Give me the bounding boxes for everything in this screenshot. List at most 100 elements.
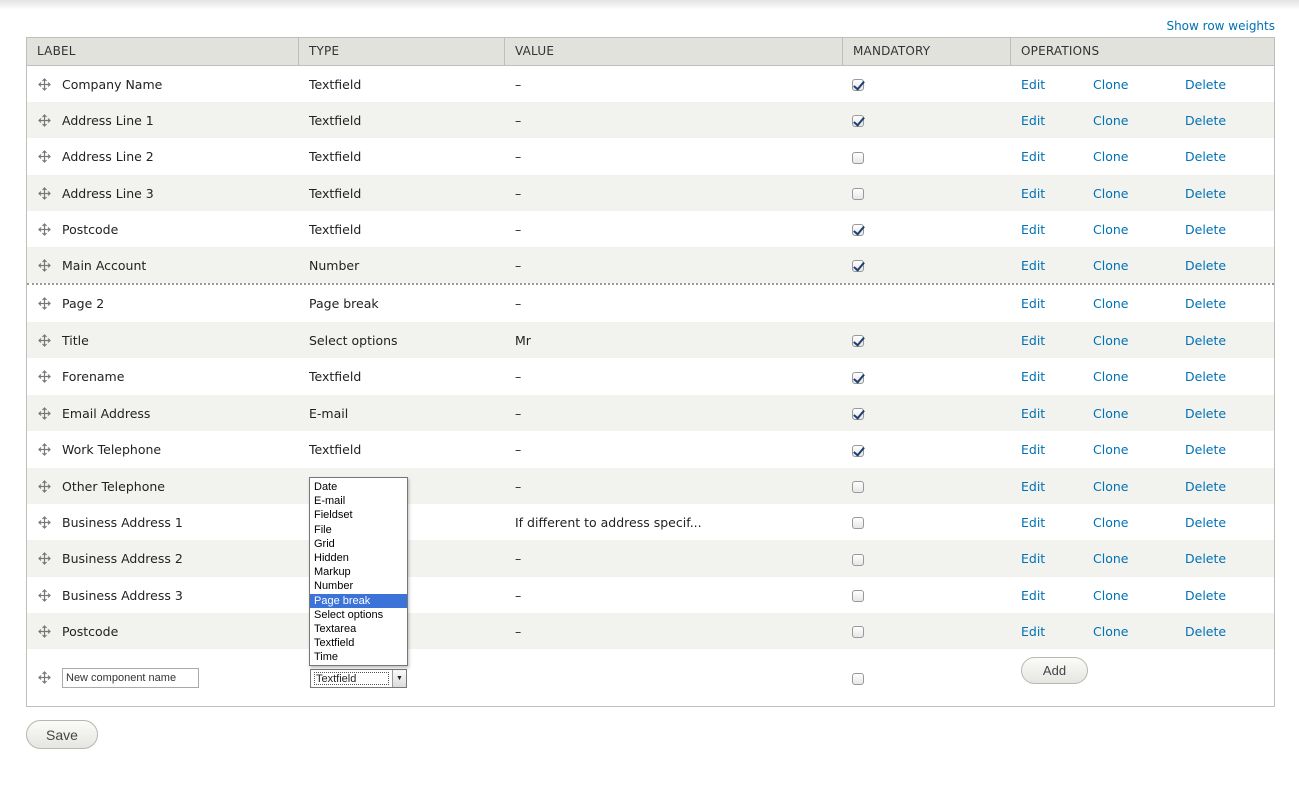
move-cross-icon[interactable] [37, 649, 51, 706]
delete-link[interactable]: Delete [1185, 285, 1226, 322]
move-cross-icon[interactable] [37, 431, 51, 468]
delete-link[interactable]: Delete [1185, 138, 1226, 175]
mandatory-checkbox[interactable] [852, 626, 864, 638]
delete-link[interactable]: Delete [1185, 358, 1226, 395]
clone-link[interactable]: Clone [1093, 322, 1128, 358]
edit-link[interactable]: Edit [1021, 247, 1045, 283]
checkmark-icon[interactable] [852, 79, 864, 91]
clone-link[interactable]: Clone [1093, 540, 1128, 577]
mandatory-checkbox[interactable] [852, 151, 864, 164]
move-cross-icon[interactable] [37, 577, 51, 613]
edit-link[interactable]: Edit [1021, 358, 1045, 395]
clone-link[interactable]: Clone [1093, 102, 1128, 138]
move-cross-icon[interactable] [37, 468, 51, 504]
delete-link[interactable]: Delete [1185, 175, 1226, 211]
delete-link[interactable]: Delete [1185, 504, 1226, 540]
move-cross-icon[interactable] [37, 211, 51, 247]
dropdown-option[interactable]: Date [310, 480, 407, 494]
type-dropdown-list[interactable]: Date E-mail Fieldset File Grid Hidden Markup Nu… [309, 477, 408, 666]
delete-link[interactable]: Delete [1185, 211, 1226, 247]
dropdown-option[interactable]: Textfield [310, 636, 407, 650]
new-component-name-input[interactable] [62, 668, 199, 688]
clone-link[interactable]: Clone [1093, 66, 1128, 102]
delete-link[interactable]: Delete [1185, 395, 1226, 431]
move-cross-icon[interactable] [37, 66, 51, 102]
move-cross-icon[interactable] [37, 247, 51, 283]
move-cross-icon[interactable] [37, 285, 51, 322]
edit-link[interactable]: Edit [1021, 102, 1045, 138]
save-button[interactable]: Save [26, 720, 98, 749]
edit-link[interactable]: Edit [1021, 468, 1045, 504]
clone-link[interactable]: Clone [1093, 431, 1128, 468]
mandatory-checkbox[interactable] [852, 481, 864, 493]
delete-link[interactable]: Delete [1185, 322, 1226, 358]
show-row-weights-link[interactable]: Show row weights [1166, 19, 1275, 33]
mandatory-checkbox[interactable] [852, 517, 864, 529]
dropdown-option[interactable]: Select options [310, 608, 407, 622]
move-cross-icon[interactable] [37, 358, 51, 395]
mandatory-checkbox[interactable] [852, 553, 864, 566]
checkmark-icon[interactable] [852, 224, 864, 236]
dropdown-option[interactable]: File [310, 523, 407, 537]
move-cross-icon[interactable] [37, 395, 51, 431]
dropdown-option[interactable]: Fieldset [310, 508, 407, 522]
clone-link[interactable]: Clone [1093, 211, 1128, 247]
dropdown-option[interactable]: E-mail [310, 494, 407, 508]
delete-link[interactable]: Delete [1185, 613, 1226, 649]
delete-link[interactable]: Delete [1185, 247, 1226, 283]
checkmark-icon[interactable] [852, 371, 864, 384]
edit-link[interactable]: Edit [1021, 138, 1045, 175]
checkmark-icon[interactable] [852, 335, 864, 347]
move-cross-icon[interactable] [37, 322, 51, 358]
move-cross-icon[interactable] [37, 504, 51, 540]
dropdown-option[interactable]: Textarea [310, 622, 407, 636]
dropdown-option[interactable]: Time [310, 650, 407, 664]
move-cross-icon[interactable] [37, 540, 51, 577]
move-cross-icon[interactable] [37, 175, 51, 211]
clone-link[interactable]: Clone [1093, 577, 1128, 613]
edit-link[interactable]: Edit [1021, 66, 1045, 102]
clone-link[interactable]: Clone [1093, 358, 1128, 395]
dropdown-option[interactable]: Markup [310, 565, 407, 579]
add-component-button[interactable]: Add [1021, 657, 1088, 684]
clone-link[interactable]: Clone [1093, 285, 1128, 322]
move-cross-icon[interactable] [37, 102, 51, 138]
move-cross-icon[interactable] [37, 138, 51, 175]
clone-link[interactable]: Clone [1093, 395, 1128, 431]
dropdown-option[interactable]: Page break [310, 593, 407, 608]
new-component-mandatory-checkbox[interactable] [852, 673, 864, 685]
edit-link[interactable]: Edit [1021, 577, 1045, 613]
checkmark-icon[interactable] [852, 115, 864, 127]
mandatory-checkbox[interactable] [852, 188, 864, 200]
edit-link[interactable]: Edit [1021, 540, 1045, 577]
delete-link[interactable]: Delete [1185, 102, 1226, 138]
mandatory-checkbox[interactable] [852, 590, 864, 602]
edit-link[interactable]: Edit [1021, 322, 1045, 358]
delete-link[interactable]: Delete [1185, 577, 1226, 613]
move-cross-icon[interactable] [37, 613, 51, 649]
checkmark-icon[interactable] [852, 444, 864, 457]
dropdown-option[interactable]: Grid [310, 537, 407, 551]
edit-link[interactable]: Edit [1021, 613, 1045, 649]
edit-link[interactable]: Edit [1021, 504, 1045, 540]
clone-link[interactable]: Clone [1093, 504, 1128, 540]
clone-link[interactable]: Clone [1093, 613, 1128, 649]
clone-link[interactable]: Clone [1093, 175, 1128, 211]
edit-link[interactable]: Edit [1021, 395, 1045, 431]
clone-link[interactable]: Clone [1093, 138, 1128, 175]
checkmark-icon[interactable] [852, 408, 864, 420]
edit-link[interactable]: Edit [1021, 285, 1045, 322]
delete-link[interactable]: Delete [1185, 66, 1226, 102]
clone-link[interactable]: Clone [1093, 247, 1128, 283]
clone-link[interactable]: Clone [1093, 468, 1128, 504]
delete-link[interactable]: Delete [1185, 540, 1226, 577]
checkmark-icon[interactable] [852, 260, 864, 272]
dropdown-option[interactable]: Hidden [310, 551, 407, 565]
delete-link[interactable]: Delete [1185, 468, 1226, 504]
edit-link[interactable]: Edit [1021, 211, 1045, 247]
edit-link[interactable]: Edit [1021, 431, 1045, 468]
new-component-type-select[interactable]: Textfield ▼ [310, 669, 407, 688]
dropdown-option[interactable]: Number [310, 579, 407, 593]
edit-link[interactable]: Edit [1021, 175, 1045, 211]
delete-link[interactable]: Delete [1185, 431, 1226, 468]
